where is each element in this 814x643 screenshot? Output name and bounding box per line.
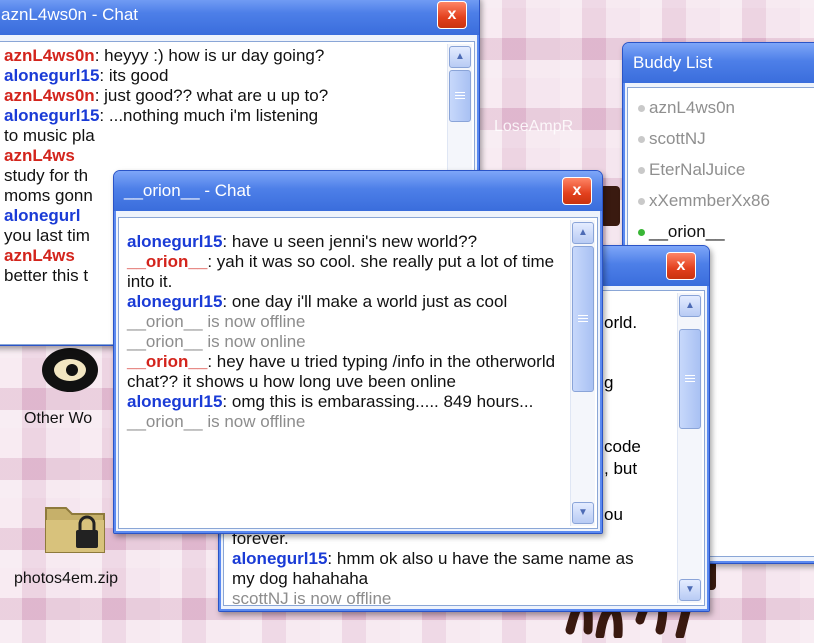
window-title: Buddy List [633,53,713,72]
chat-message: __orion__: yah it was so cool. she reall… [127,252,573,292]
scrollbar[interactable]: ▲ ▼ [570,220,595,526]
close-button[interactable]: x [666,252,696,280]
scrollbar[interactable]: ▲ ▼ [677,293,702,603]
buddy-item[interactable]: EterNalJuice [628,154,814,185]
background-doodle-2 [600,186,620,226]
sender-name[interactable]: alonegurl15 [127,392,222,411]
sender-name[interactable]: aznL4ws [4,146,75,165]
buddy-item[interactable]: scottNJ [628,123,814,154]
message-fragment: g [604,373,614,392]
message-text: __orion__ is now offline [127,312,306,331]
sender-name[interactable]: alonegurl15 [232,549,327,568]
scroll-thumb[interactable] [572,246,594,392]
window-titlebar[interactable]: Buddy List [623,43,814,83]
zip-folder-icon [42,494,108,556]
status-dot-icon [638,229,645,237]
message-fragment: ou [604,505,623,524]
message-text: : its good [99,66,169,85]
chat-message: aznL4ws0n: heyyy :) how is ur day going? [4,46,450,66]
message-text: to music pla [4,126,95,145]
desktop-icon-label: Other Wo [24,410,93,427]
buddy-item[interactable]: aznL4ws0n [628,92,814,123]
sender-name[interactable]: alonegurl15 [4,106,99,125]
message-text: __orion__ is now offline [127,412,306,431]
window-title: aznL4ws0n - Chat [1,5,139,24]
message-fragment: , but [604,459,638,478]
message-fragment: orld. [604,313,638,332]
buddy-name: __orion__ [649,222,725,241]
message-text: : just good?? what are u up to? [94,86,329,105]
scroll-down-icon[interactable]: ▼ [572,502,594,524]
status-dot-icon [638,136,645,144]
window-titlebar[interactable]: aznL4ws0n - Chat [0,0,479,35]
chat-message: to music pla [4,126,450,146]
message-text: __orion__ is now online [127,332,306,351]
sender-name[interactable]: __orion__ [127,352,207,371]
chat-message: scottNJ is now offline [232,589,652,606]
chat-message: alonegurl15: hmm ok also u have the same… [232,549,652,589]
buddy-name: EterNalJuice [649,160,746,179]
background-watermark: LoseAmpR [494,118,574,135]
chat-message: alonegurl15: omg this is embarassing....… [127,392,573,412]
message-text: moms gonn [4,186,93,205]
message-text: scottNJ is now offline [232,589,392,606]
chat-message: aznL4ws [4,146,450,166]
chat-message: alonegurl15: have u seen jenni's new wor… [127,232,573,252]
message-text: better this t [4,266,89,285]
chat-message: alonegurl15: ...nothing much i'm listeni… [4,106,450,126]
window-titlebar[interactable]: __orion__ - Chat [114,171,602,211]
sender-name[interactable]: alonegurl15 [4,66,99,85]
sender-name[interactable]: alonegurl15 [127,292,222,311]
message-text: study for th [4,166,89,185]
scroll-up-icon[interactable]: ▲ [679,295,701,317]
desktop-icon-label: photos4em.zip [14,570,119,587]
otherworld-logo-icon [38,340,98,395]
chat-message: alonegurl15: one day i'll make a world j… [127,292,573,312]
buddy-item[interactable]: xXemmberXx86 [628,185,814,216]
chat-message: __orion__ is now offline [127,412,573,432]
window-title: __orion__ - Chat [124,181,251,200]
chat-message: aznL4ws0n: just good?? what are u up to? [4,86,450,106]
chat-message: __orion__ is now online [127,332,573,352]
buddy-name: xXemmberXx86 [649,191,770,210]
chat-window-orion[interactable]: __orion__ - Chat x alonegurl15: have u s… [113,170,603,534]
close-button[interactable]: x [562,177,592,205]
buddy-name: scottNJ [649,129,706,148]
scroll-thumb[interactable] [679,329,701,429]
message-text: you last tim [4,226,90,245]
buddy-item[interactable]: __orion__ [628,216,814,247]
sender-name[interactable]: __orion__ [127,252,207,271]
sender-name[interactable]: aznL4ws0n [4,46,95,65]
sender-name[interactable]: alonegurl15 [127,232,222,251]
scroll-down-icon[interactable]: ▼ [679,579,701,601]
chat-log[interactable]: alonegurl15: have u seen jenni's new wor… [118,217,598,529]
sender-name[interactable]: alonegurl [4,206,81,225]
chat-message: __orion__ is now offline [127,312,573,332]
status-dot-icon [638,167,645,175]
message-text: : have u seen jenni's new world?? [222,232,478,251]
message-fragment: code [604,437,641,456]
message-text: : heyyy :) how is ur day going? [94,46,325,65]
chat-message: alonegurl15: its good [4,66,450,86]
status-dot-icon [638,198,645,206]
sender-name[interactable]: aznL4ws0n [4,86,95,105]
message-text: : omg this is embarassing..... 849 hours… [222,392,534,411]
message-text: : ...nothing much i'm listening [99,106,319,125]
status-dot-icon [638,105,645,113]
message-text: : one day i'll make a world just as cool [222,292,508,311]
scroll-up-icon[interactable]: ▲ [572,222,594,244]
buddy-name: aznL4ws0n [649,98,736,117]
sender-name[interactable]: aznL4ws [4,246,75,265]
scroll-thumb[interactable] [449,70,471,122]
scroll-up-icon[interactable]: ▲ [449,46,471,68]
close-button[interactable]: x [437,1,467,29]
chat-message: __orion__: hey have u tried typing /info… [127,352,573,392]
